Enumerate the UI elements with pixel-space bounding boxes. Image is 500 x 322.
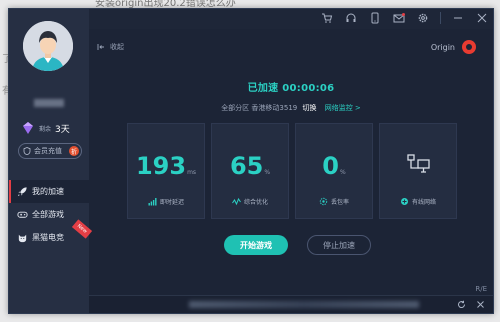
sidebar: 剩余 3天 会员充值 折 我的加速 全部游戏 黑猫电竞 New (9, 9, 93, 313)
vip-days-value: 3天 (55, 124, 70, 135)
discount-badge: 折 (69, 146, 79, 156)
packet-loss-caption-row: 丢包率 (296, 197, 372, 206)
packet-loss-value: 0 (322, 152, 339, 180)
network-type-caption: 有线网络 (411, 199, 436, 206)
gamepad-icon (17, 205, 28, 224)
signal-icon (148, 198, 157, 206)
bottom-bar (89, 295, 493, 313)
packet-loss-value-row: 0% (296, 152, 372, 180)
vip-remaining-label: 剩余 (39, 125, 52, 133)
avatar[interactable] (23, 21, 73, 71)
bottom-bar-redacted (189, 301, 419, 308)
optimization-caption: 综合优化 (243, 199, 268, 206)
latency-value-row: 193ms (128, 152, 204, 180)
minimize-icon[interactable] (451, 11, 465, 25)
packet-icon (319, 197, 328, 206)
packet-loss-caption: 丢包率 (330, 199, 349, 206)
close-icon[interactable] (475, 11, 489, 25)
close-icon[interactable] (476, 300, 485, 309)
game-name: Origin (430, 43, 455, 52)
wired-network-icon (407, 154, 430, 173)
latency-unit: ms (187, 169, 197, 176)
collapse-label: 收起 (110, 43, 124, 51)
recharge-label: 会员充值 (34, 147, 62, 155)
accelerator-window: 剩余 3天 会员充值 折 我的加速 全部游戏 黑猫电竞 New 收起 Origi… (8, 8, 494, 314)
collapse-arrow-icon (97, 44, 104, 50)
switch-region-link[interactable]: 切换 (302, 104, 316, 112)
sidebar-nav: 我的加速 全部游戏 黑猫电竞 New (9, 180, 93, 249)
packet-loss-unit: % (340, 169, 346, 176)
sidebar-item-label: 黑猫电竞 (32, 233, 64, 242)
optimization-caption-row: 综合优化 (212, 197, 288, 206)
optimization-unit: % (264, 169, 271, 176)
cat-icon (17, 228, 28, 247)
latency-caption: 即时延迟 (159, 199, 184, 206)
latency-value: 193 (135, 152, 187, 180)
refresh-icon[interactable] (457, 300, 466, 309)
acceleration-status: 已加速 00:00:06 (247, 83, 335, 94)
mail-icon[interactable] (392, 11, 406, 25)
start-game-button[interactable]: 开始游戏 (224, 235, 288, 255)
sidebar-item-label: 我的加速 (32, 187, 64, 196)
collapse-button[interactable]: 收起 (97, 42, 124, 52)
headset-icon[interactable] (344, 11, 358, 25)
stats-cards: 193ms 即时延迟 65% 综合优化 0% 丢包率 有线网络 (127, 123, 457, 219)
origin-logo-icon (462, 40, 476, 54)
sidebar-item-black-cat-esports[interactable]: 黑猫电竞 New (9, 219, 93, 249)
optimization-value: 65 (229, 152, 264, 180)
title-bar-divider (440, 12, 441, 24)
shield-icon (23, 147, 31, 155)
network-type-card: 有线网络 (379, 123, 457, 219)
sidebar-item-my-acceleration[interactable]: 我的加速 (9, 180, 89, 203)
latency-caption-row: 即时延迟 (128, 197, 204, 206)
network-type-caption-row: 有线网络 (380, 197, 456, 206)
phone-icon[interactable] (368, 11, 382, 25)
optimization-value-row: 65% (212, 152, 288, 180)
recharge-button[interactable]: 会员充值 折 (18, 143, 82, 159)
packet-loss-card: 0% 丢包率 (295, 123, 373, 219)
corner-label: R/E (475, 285, 487, 293)
wave-icon (232, 197, 241, 206)
title-bar (89, 9, 493, 29)
vip-diamond-icon (23, 122, 33, 134)
latency-card: 193ms 即时延迟 (127, 123, 205, 219)
rocket-icon (17, 182, 28, 201)
network-icon (400, 198, 408, 205)
gear-icon[interactable] (416, 11, 430, 25)
optimization-card: 65% 综合优化 (211, 123, 289, 219)
cart-icon[interactable] (320, 11, 334, 25)
sidebar-item-label: 全部游戏 (32, 210, 64, 219)
vip-status: 剩余 3天 (21, 121, 70, 135)
server-region: 全部分区 香港移动3519 (221, 104, 298, 112)
stop-acceleration-button[interactable]: 停止加速 (307, 235, 371, 255)
network-monitor-link[interactable]: 网络监控 > (325, 104, 361, 112)
username-redacted (34, 99, 64, 107)
server-region-row: 全部分区 香港移动3519 切换 网络监控 > (89, 103, 493, 113)
new-badge: New (71, 219, 93, 239)
